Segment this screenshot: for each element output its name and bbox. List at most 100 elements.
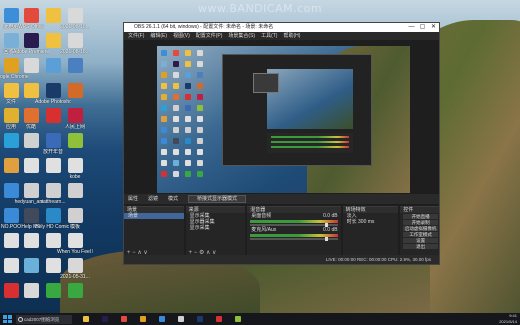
preview-icon <box>161 127 167 133</box>
maximize-icon[interactable]: ▢ <box>417 23 428 32</box>
source-item[interactable]: 显示采集 <box>186 225 246 231</box>
desktop-icon[interactable]: When You Feel Like <box>57 233 93 255</box>
preview-icon <box>161 116 167 122</box>
app-icon <box>67 258 83 273</box>
volume-slider[interactable] <box>250 237 338 241</box>
preview-canvas[interactable] <box>157 46 410 193</box>
desktop-icon[interactable] <box>57 283 93 299</box>
taskbar-app-icon[interactable] <box>157 315 167 324</box>
taskbar-app-icon[interactable] <box>214 315 224 324</box>
desktop-icon[interactable] <box>57 83 93 99</box>
start-streaming-button[interactable]: 开始直播 <box>403 214 438 219</box>
desktop-icon-label: kobe <box>69 174 81 180</box>
system-clock[interactable]: 9:41 2021/5/14 <box>499 313 517 325</box>
properties-button[interactable]: 属性 <box>128 194 138 204</box>
preview-icon <box>197 83 203 89</box>
desktop-icon[interactable] <box>57 58 93 74</box>
nested-obs-window <box>222 54 372 166</box>
desktop-icon-label: Adobe Premiere <box>13 49 49 55</box>
app-icon <box>67 208 83 223</box>
mixer-track-label: 桌面音频 0.0 dB <box>251 213 338 219</box>
desktop-icon[interactable]: 2021-08-18... <box>57 33 93 55</box>
desktop-icon[interactable]: 模板 <box>57 208 93 230</box>
app-icon <box>67 108 83 123</box>
preview-icon <box>197 105 203 111</box>
preview-icon <box>161 94 167 100</box>
desktop-icon[interactable]: 2021-05-31... <box>57 258 93 280</box>
preview-icon <box>185 149 191 155</box>
studio-mode-button[interactable]: 工作室模式 <box>403 232 438 237</box>
desktop-icon[interactable]: 2021-08-18... <box>57 8 93 30</box>
desktop-icon-label: 模板 <box>69 224 80 230</box>
preview-icon <box>173 83 179 89</box>
desktop-icon-label: 文件 <box>5 99 16 105</box>
preview-icon <box>185 72 191 78</box>
menu-scene-collection[interactable]: 场景集合(S) <box>228 32 255 40</box>
preview-icon <box>185 160 191 166</box>
preview-icon <box>161 149 167 155</box>
desktop: www.BANDICAM.com 此电脑 WPS Office 2021-08-18… <box>0 0 520 313</box>
scene-item[interactable]: 场景 <box>124 213 184 219</box>
desktop-icon[interactable] <box>57 183 93 199</box>
desktop-icon-label: 放开年音 <box>42 149 63 155</box>
taskbar-search-input[interactable]: cad2007图纸浏览 <box>16 314 72 324</box>
controls-title: 控件 <box>400 207 439 213</box>
desktop-icon-label: 2021-08-18... <box>60 49 90 55</box>
mixer-dock: 混音器 桌面音频 0.0 dB 麦克风/Aux 0.0 dB <box>247 206 341 256</box>
menu-help[interactable]: 帮助(H) <box>283 32 300 40</box>
exit-button[interactable]: 退出 <box>403 244 438 249</box>
settings-button[interactable]: 设置 <box>403 238 438 243</box>
minimize-icon[interactable]: — <box>406 23 417 32</box>
menu-tools[interactable]: 工具(T) <box>261 32 277 40</box>
menu-file[interactable]: 文件(F) <box>128 32 144 40</box>
menu-edit[interactable]: 编辑(E) <box>150 32 167 40</box>
preview-icon <box>173 50 179 56</box>
taskbar-app-icon[interactable] <box>138 315 148 324</box>
menu-view[interactable]: 视图(V) <box>173 32 190 40</box>
taskbar-app-icon[interactable] <box>195 315 205 324</box>
preview-icon <box>173 72 179 78</box>
taskbar-app-icon[interactable] <box>81 315 91 324</box>
preview-icon <box>161 138 167 144</box>
preview-icon <box>185 116 191 122</box>
sources-dock: 来源 显示采集 显示器采集 显示采集 + − ⚙ ∧ ∨ <box>185 206 246 256</box>
preview-icon <box>197 149 203 155</box>
start-icon[interactable] <box>2 314 12 324</box>
duration-input[interactable]: 300 ms <box>358 219 374 225</box>
mixer-track-label: 麦克风/Aux 0.0 dB <box>251 227 338 233</box>
preview-icon <box>197 72 203 78</box>
virtual-camera-button[interactable]: 启动虚拟摄像机 <box>403 226 438 231</box>
menu-profile[interactable]: 配置文件(P) <box>196 32 223 40</box>
taskbar-apps <box>72 315 243 324</box>
obs-window[interactable]: OBS 26.1.1 (64 bit, windows) - 配置文件: 未命名… <box>123 22 440 265</box>
preview-icon <box>173 127 179 133</box>
source-toolbar: 属性 滤镜 模式 桥接式显示器模式 <box>124 194 439 204</box>
app-icon <box>67 58 83 73</box>
preview-icon <box>185 127 191 133</box>
nested-preview <box>267 69 353 129</box>
preview-icon <box>185 94 191 100</box>
taskbar-app-icon[interactable] <box>176 315 186 324</box>
preview-icon <box>185 105 191 111</box>
taskbar-app-icon[interactable] <box>100 315 110 324</box>
preview-icon <box>161 61 167 67</box>
desktop-icon-label: 2021-08-18... <box>60 24 90 30</box>
app-icon <box>67 133 83 148</box>
desktop-icon[interactable] <box>57 133 93 149</box>
volume-slider[interactable] <box>250 223 338 227</box>
close-icon[interactable]: ✕ <box>428 23 439 32</box>
desktop-icon[interactable]: kobe <box>57 158 93 180</box>
preview-icon <box>185 61 191 67</box>
app-icon <box>67 33 83 48</box>
filters-button[interactable]: 滤镜 <box>148 194 158 204</box>
app-icon <box>67 8 83 23</box>
start-recording-button[interactable]: 开始录制 <box>403 220 438 225</box>
taskbar-app-icon[interactable] <box>119 315 129 324</box>
duration-row: 时长 300 ms <box>346 219 375 225</box>
taskbar-app-icon[interactable] <box>233 315 243 324</box>
taskbar: cad2007图纸浏览 9:41 2021/5/14 <box>0 313 520 325</box>
window-title: OBS 26.1.1 (64 bit, windows) - 配置文件: 未命名… <box>134 24 274 30</box>
obs-title-bar[interactable]: OBS 26.1.1 (64 bit, windows) - 配置文件: 未命名… <box>124 23 439 32</box>
desktop-icon[interactable]: 人民上网 <box>57 108 93 130</box>
mode-select[interactable]: 桥接式显示器模式 <box>188 195 247 203</box>
